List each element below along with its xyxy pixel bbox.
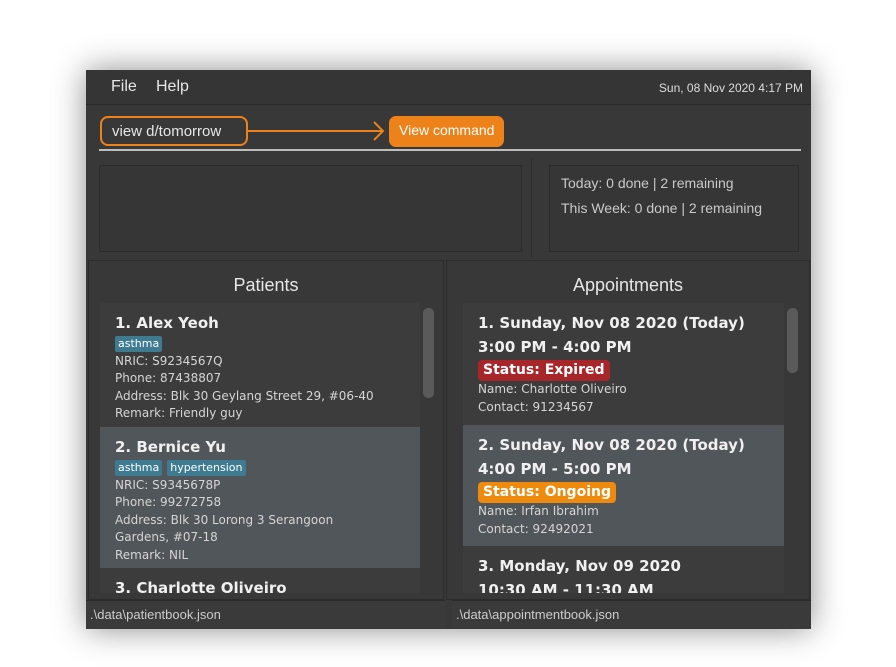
tag: hypertension: [167, 460, 246, 476]
appointment-date: 3. Monday, Nov 09 2020: [478, 557, 681, 575]
arrow-head-icon: [373, 121, 385, 141]
appointment-file-path: .\data\appointmentbook.json: [452, 600, 811, 629]
patient-address: Address: Blk 30 Lorong 3 Serangoon Garde…: [115, 512, 334, 545]
app-window: File Help Sun, 08 Nov 2020 4:17 PM view …: [86, 70, 811, 629]
patient-nric: NRIC: S9234567Q: [115, 353, 223, 368]
appointment-date: 1. Sunday, Nov 08 2020 (Today): [478, 314, 745, 332]
patient-remark: Remark: Friendly guy: [115, 406, 243, 420]
tag: asthma: [115, 460, 163, 476]
command-area: view d/tomorrow View command: [86, 106, 811, 158]
patient-list[interactable]: 1. Alex Yeoh asthma NRIC: S9234567Q Phon…: [100, 303, 420, 593]
patients-title: Patients: [233, 275, 299, 295]
status-badge: Status: Ongoing: [478, 482, 616, 503]
patient-phone: Phone: 99272758: [115, 495, 222, 509]
patient-card[interactable]: 1. Alex Yeoh asthma NRIC: S9234567Q Phon…: [100, 303, 420, 427]
menu-file[interactable]: File: [111, 78, 137, 96]
patient-file-path: .\data\patientbook.json: [86, 600, 445, 629]
patient-name: 1. Alex Yeoh: [115, 314, 219, 332]
appointment-scrollbar[interactable]: [787, 308, 798, 373]
patient-name: 3. Charlotte Oliveiro: [115, 579, 287, 593]
command-input[interactable]: view d/tomorrow: [100, 116, 248, 146]
appointment-list[interactable]: 1. Sunday, Nov 08 2020 (Today) 3:00 PM -…: [463, 303, 784, 593]
patient-scrollbar[interactable]: [423, 308, 434, 398]
appointment-card[interactable]: 3. Monday, Nov 09 2020 10:30 AM - 11:30 …: [463, 546, 784, 593]
patient-card[interactable]: 2. Bernice Yu asthma hypertension NRIC: S…: [100, 427, 420, 568]
menu-help[interactable]: Help: [156, 78, 189, 96]
menu-bar: File Help Sun, 08 Nov 2020 4:17 PM: [86, 70, 811, 105]
appointment-contact: Contact: 92492021: [478, 521, 594, 536]
appointment-date: 2. Sunday, Nov 08 2020 (Today): [478, 436, 745, 454]
stats-week: This Week: 0 done | 2 remaining: [561, 200, 763, 216]
patient-remark: Remark: NIL: [115, 547, 189, 562]
tag: asthma: [115, 336, 163, 352]
appointment-patient: Name: Charlotte Oliveiro: [478, 382, 627, 396]
appointment-time: 10:30 AM - 11:30 AM: [478, 581, 654, 593]
appointment-card[interactable]: 2. Sunday, Nov 08 2020 (Today) 4:00 PM -…: [463, 425, 784, 546]
patient-card[interactable]: 3. Charlotte Oliveiro: [100, 568, 420, 593]
appointment-card[interactable]: 1. Sunday, Nov 08 2020 (Today) 3:00 PM -…: [463, 303, 784, 425]
patient-nric: NRIC: S9345678P: [115, 477, 221, 492]
clock: Sun, 08 Nov 2020 4:17 PM: [658, 81, 803, 95]
status-badge: Status: Expired: [478, 360, 610, 381]
appointment-contact: Contact: 91234567: [478, 399, 594, 414]
command-underline: [99, 149, 801, 151]
divider: [531, 158, 532, 258]
patients-panel: Patients 1. Alex Yeoh asthma NRIC: S9234…: [88, 260, 444, 600]
appointments-title: Appointments: [572, 275, 684, 295]
stats-today: Today: 0 done | 2 remaining: [561, 175, 734, 191]
patient-name: 2. Bernice Yu: [115, 438, 226, 456]
result-display: [99, 165, 522, 252]
appointment-time: 4:00 PM - 5:00 PM: [478, 460, 632, 478]
annotation-label: View command: [389, 116, 505, 147]
patient-phone: Phone: 87438807: [115, 371, 222, 385]
patient-address: Address: Blk 30 Geylang Street 29, #06-4…: [115, 388, 374, 403]
appointment-time: 3:00 PM - 4:00 PM: [478, 338, 632, 356]
annotation-arrow: [248, 130, 382, 132]
stats-panel: Today: 0 done | 2 remaining This Week: 0…: [549, 165, 799, 252]
appointments-panel: Appointments 1. Sunday, Nov 08 2020 (Tod…: [446, 260, 810, 600]
appointment-patient: Name: Irfan Ibrahim: [478, 504, 599, 518]
